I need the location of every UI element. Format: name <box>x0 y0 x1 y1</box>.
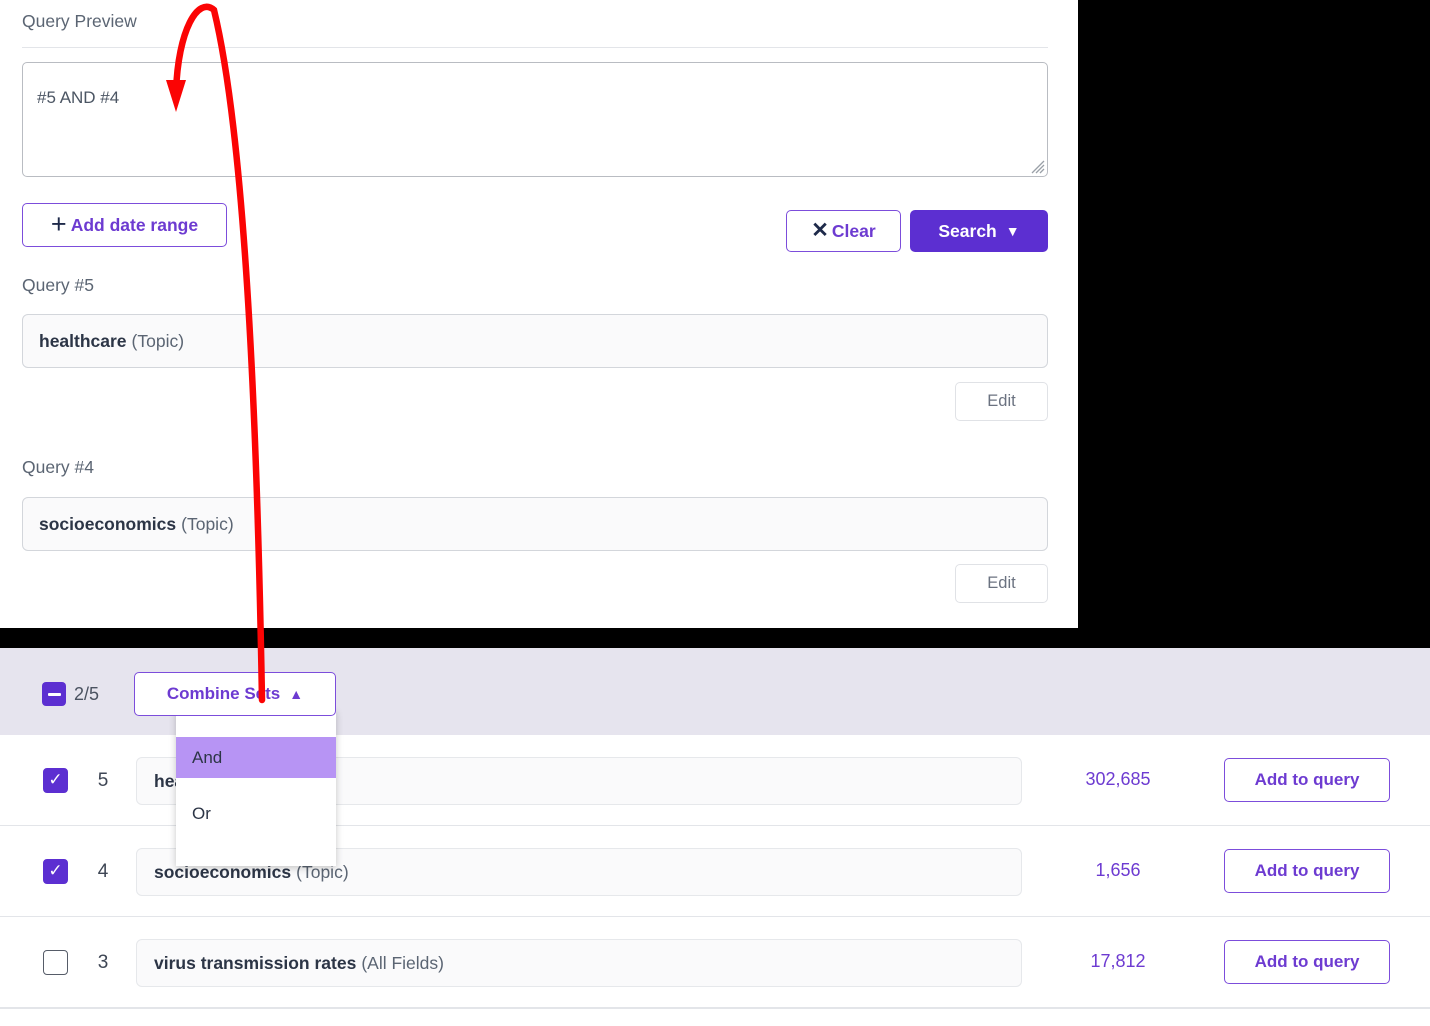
row-result-count-3: 17,812 <box>1090 951 1146 971</box>
row-query-field-3[interactable]: virus transmission rates (All Fields) <box>136 939 1022 987</box>
row-checkbox-4[interactable]: ✓ <box>43 859 68 884</box>
query-block-field-5[interactable]: healthcare (Topic) <box>22 314 1048 368</box>
combine-sets-menu-item-and-label: And <box>192 747 223 767</box>
combine-sets-menu-item-and[interactable]: And <box>176 737 336 778</box>
row-number-4: 4 <box>97 861 109 882</box>
combine-sets-menu-item-or-label: Or <box>192 803 211 823</box>
edit-button-query-4[interactable]: Edit <box>955 564 1048 603</box>
check-icon: ✓ <box>48 861 63 880</box>
row-number-3: 3 <box>97 952 109 973</box>
clear-button[interactable]: ✕ Clear <box>786 210 901 252</box>
row-scope-3: (All Fields) <box>361 952 444 973</box>
query-block-scope-5: (Topic) <box>131 330 185 351</box>
row-checkbox-3[interactable] <box>43 950 68 975</box>
add-to-query-button-3[interactable]: Add to query <box>1224 940 1390 984</box>
query-block-label-5: Query #5 <box>22 275 94 295</box>
chevron-up-icon: ▲ <box>289 686 304 702</box>
query-block-field-4[interactable]: socioeconomics (Topic) <box>22 497 1048 551</box>
preview-divider <box>22 47 1048 48</box>
minus-square-icon <box>47 692 61 696</box>
select-all-checkbox[interactable] <box>42 682 66 706</box>
query-preview-label: Query Preview <box>22 11 137 31</box>
combine-sets-label: Combine Sets <box>166 684 281 703</box>
edit-label-5: Edit <box>987 392 1016 410</box>
query-preview-textarea[interactable]: #5 AND #4 <box>22 62 1048 177</box>
selected-count-label: 2/5 <box>74 684 100 704</box>
close-x-icon: ✕ <box>811 219 829 242</box>
table-bottom-divider <box>0 1008 1430 1009</box>
add-to-query-label-4: Add to query <box>1254 861 1360 880</box>
add-date-range-label: Add date range <box>70 214 199 235</box>
combine-sets-dropdown-menu[interactable]: And Or <box>176 710 336 866</box>
row-term-3: virus transmission rates <box>154 952 357 973</box>
query-block-scope-4: (Topic) <box>181 513 234 534</box>
add-to-query-button-4[interactable]: Add to query <box>1224 849 1390 893</box>
add-to-query-label-3: Add to query <box>1254 952 1360 971</box>
combine-sets-button[interactable]: Combine Sets ▲ <box>134 672 336 716</box>
edit-label-4: Edit <box>987 574 1016 592</box>
row-result-count-5: 302,685 <box>1085 769 1151 789</box>
table-row[interactable]: 3 virus transmission rates (All Fields) … <box>0 917 1430 1008</box>
chevron-down-icon: ▼ <box>1005 222 1020 239</box>
plus-icon: + <box>50 208 67 239</box>
query-block-term-5: healthcare <box>39 330 127 351</box>
clear-label: Clear <box>831 220 876 241</box>
row-result-count-4: 1,656 <box>1095 860 1141 880</box>
row-number-5: 5 <box>97 770 109 791</box>
search-label: Search <box>938 220 997 241</box>
add-to-query-label-5: Add to query <box>1254 770 1360 789</box>
query-builder-panel: Query Preview #5 AND #4 + Add date range… <box>0 0 1078 628</box>
resize-grip-icon[interactable] <box>1029 158 1045 174</box>
query-preview-textarea-value: #5 AND #4 <box>37 88 120 107</box>
menu-spacer <box>176 778 336 793</box>
check-icon: ✓ <box>48 770 63 789</box>
combine-sets-menu-item-or[interactable]: Or <box>176 793 336 834</box>
add-date-range-button[interactable]: + Add date range <box>22 203 227 247</box>
query-block-term-4: socioeconomics <box>39 513 177 534</box>
query-block-label-4: Query #4 <box>22 457 94 477</box>
add-to-query-button-5[interactable]: Add to query <box>1224 758 1390 802</box>
search-button[interactable]: Search ▼ <box>910 210 1048 252</box>
row-checkbox-5[interactable]: ✓ <box>43 768 68 793</box>
edit-button-query-5[interactable]: Edit <box>955 382 1048 421</box>
